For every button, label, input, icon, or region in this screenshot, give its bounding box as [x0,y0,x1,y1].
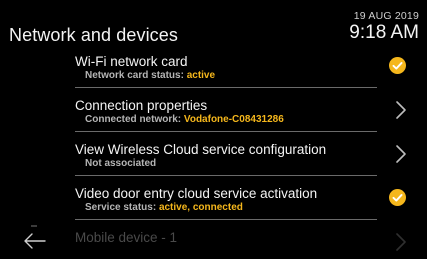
divider [75,219,377,220]
row-title: View Wireless Cloud service configuratio… [75,142,327,157]
list-item-wireless-cloud-config[interactable]: View Wireless Cloud service configuratio… [75,136,427,176]
list-item-mobile-device-1[interactable]: Mobile device - 1 [75,224,427,259]
header: Network and devices 19 AUG 2019 9:18 AM [0,0,427,50]
check-circle-icon [389,57,406,74]
row-subtitle: Network card status: active [85,70,215,82]
time-display: 9:18 AM [349,22,419,43]
network-devices-screen: Network and devices 19 AUG 2019 9:18 AM … [0,0,427,259]
row-subtitle: Connected network: Vodafone-C08431286 [85,114,284,126]
row-subtitle: Service status: active, connected [85,202,243,214]
status-label: Network card status: [85,70,187,81]
date-display: 19 AUG 2019 [353,10,419,22]
service-status-value: active, connected [158,202,243,213]
network-value: Vodafone-C08431286 [183,114,284,125]
back-arrow-icon [24,225,46,249]
divider [75,87,377,88]
row-title: Mobile device - 1 [75,230,178,245]
page-title: Network and devices [9,25,178,45]
list-item-video-door-entry-cloud[interactable]: Video door entry cloud service activatio… [75,180,427,220]
row-title: Connection properties [75,98,208,113]
check-circle-icon [389,189,406,206]
row-title: Video door entry cloud service activatio… [75,186,318,201]
row-subtitle: Not associated [85,158,156,170]
chevron-right-icon [396,101,406,119]
back-button[interactable] [21,221,49,251]
chevron-right-icon [396,145,406,163]
status-value: active [186,70,216,81]
row-title: Wi-Fi network card [75,54,188,69]
divider [75,175,377,176]
network-label: Connected network: [85,114,184,125]
divider [75,131,377,132]
list-item-wifi-network-card[interactable]: Wi-Fi network card Network card status: … [75,48,427,88]
association-label: Not associated [85,158,157,169]
chevron-right-icon [396,233,406,251]
list-item-connection-properties[interactable]: Connection properties Connected network:… [75,92,427,132]
service-status-label: Service status: [85,202,159,213]
